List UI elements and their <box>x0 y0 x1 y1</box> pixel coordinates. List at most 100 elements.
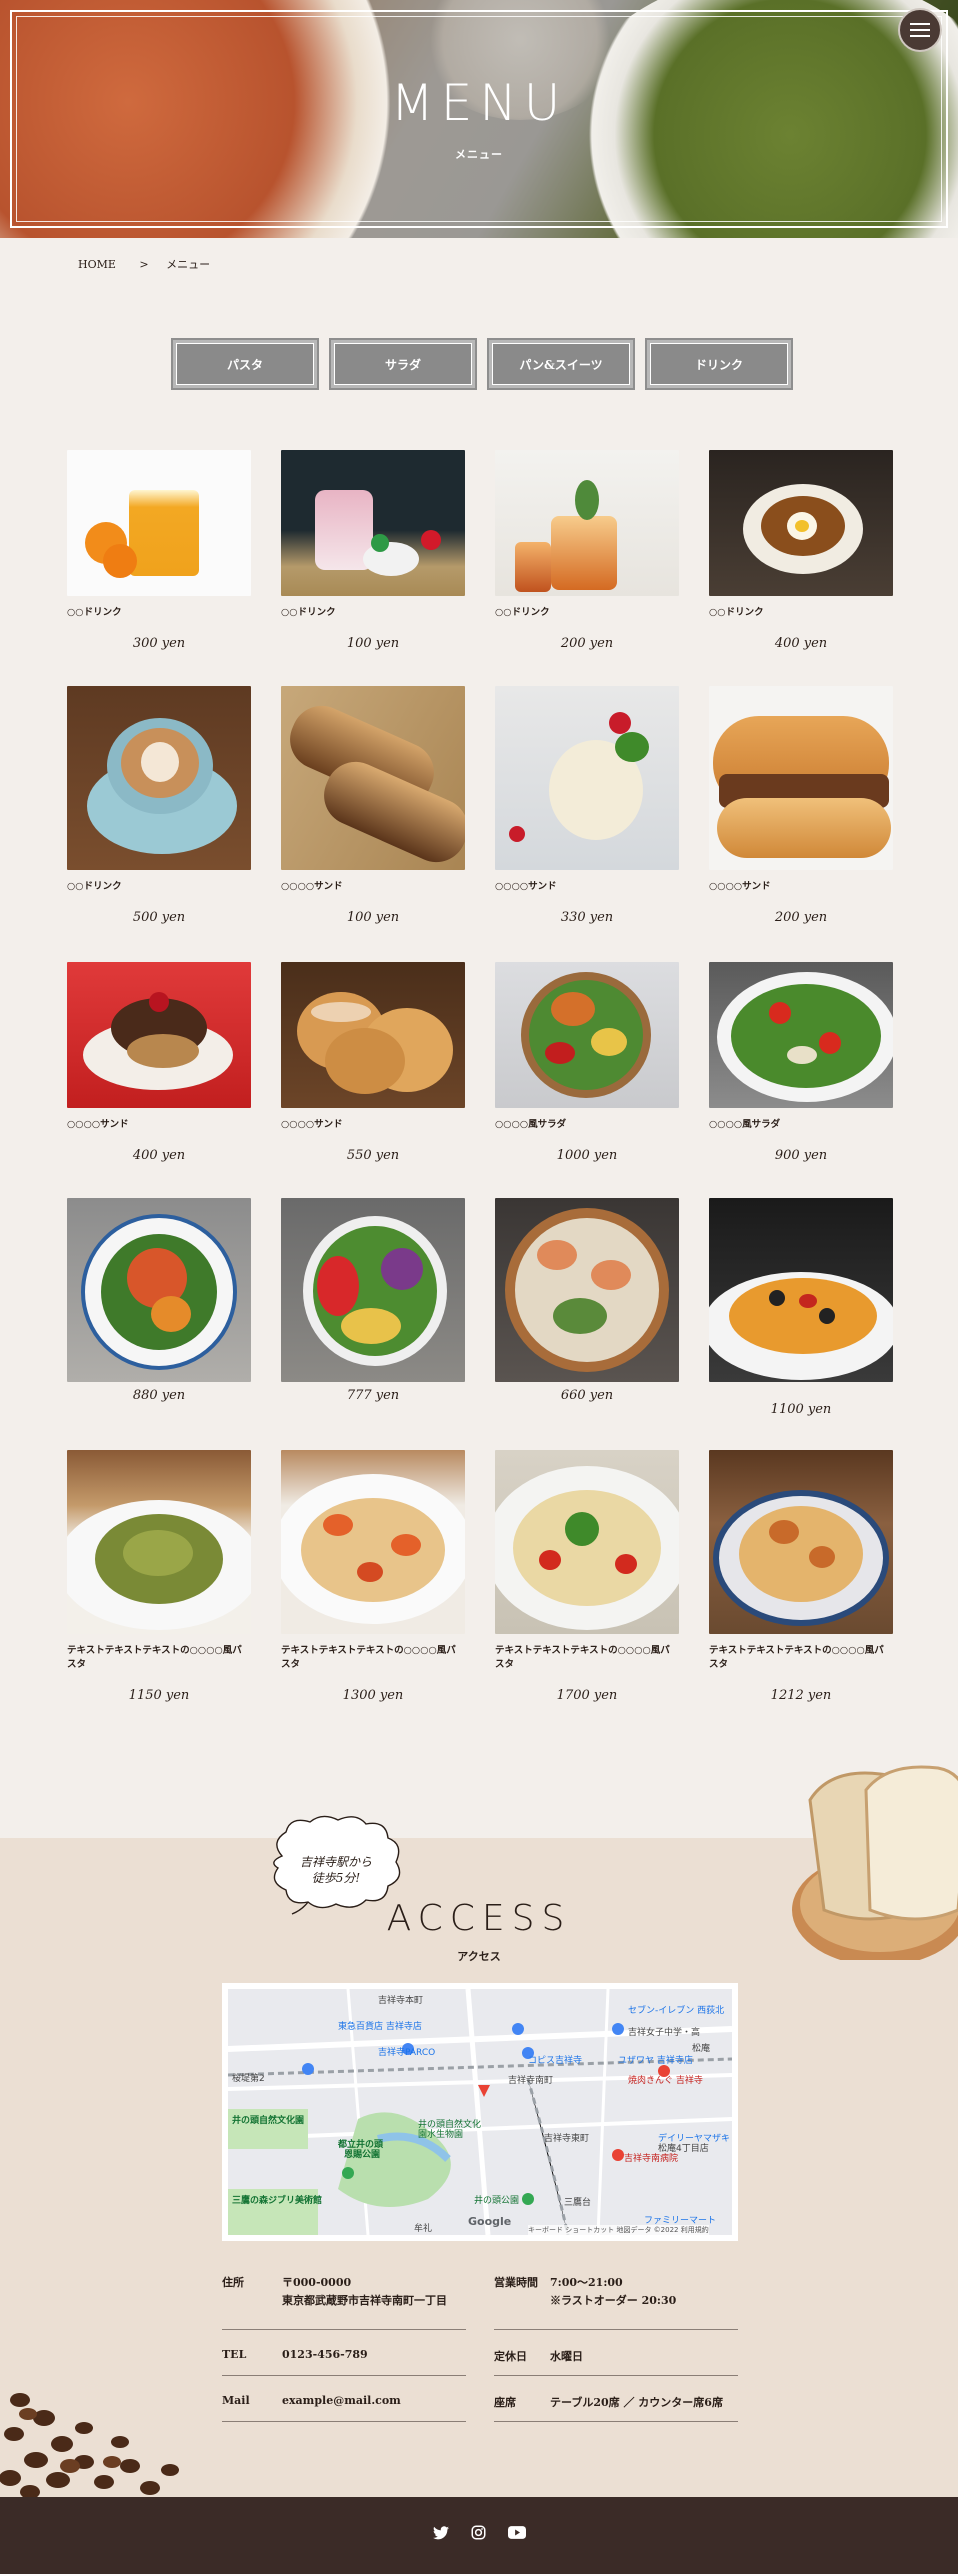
menu-card[interactable]: ○○ドリンク 200 yen <box>495 450 679 651</box>
menu-item-photo <box>709 450 893 596</box>
menu-item-photo <box>281 686 465 870</box>
menu-item-photo <box>281 1198 465 1382</box>
breadcrumb-separator: > <box>139 258 149 271</box>
map-canvas[interactable]: 吉祥寺本町 セブン-イレブン 西荻北 東急百貨店 吉祥寺店 吉祥寺PARCO 吉… <box>228 1989 732 2235</box>
menu-item-price: 100 yen <box>346 636 400 651</box>
menu-item-price: 400 yen <box>774 636 828 651</box>
menu-item-photo <box>495 686 679 870</box>
category-tabs: パスタ サラダ パン&スイーツ ドリンク <box>171 338 793 390</box>
menu-card[interactable]: ○○ドリンク 300 yen <box>67 450 251 651</box>
menu-card[interactable]: ○○ドリンク 500 yen <box>67 686 251 925</box>
menu-item-price: 500 yen <box>132 910 186 925</box>
menu-card[interactable]: 660 yen <box>495 1198 679 1403</box>
menu-item-name: テキストテキストテキストの○○○○風パスタ <box>709 1645 884 1670</box>
menu-card[interactable]: ○○ドリンク 100 yen <box>281 450 465 651</box>
menu-item-name: テキストテキストテキストの○○○○風パスタ <box>281 1645 456 1670</box>
menu-item-price: 1100 yen <box>770 1402 832 1417</box>
menu-card[interactable]: 777 yen <box>281 1198 465 1403</box>
menu-item-price: 1000 yen <box>556 1148 618 1163</box>
menu-card[interactable]: 880 yen <box>67 1198 251 1403</box>
tab-pasta[interactable]: パスタ <box>171 338 319 390</box>
menu-item-photo <box>709 686 893 870</box>
menu-item-photo <box>709 1450 893 1634</box>
menu-card[interactable]: 1100 yen <box>709 1198 893 1417</box>
menu-item-price: 200 yen <box>560 636 614 651</box>
breadcrumb-current: メニュー <box>166 258 211 271</box>
menu-card[interactable]: ○○○○サンド 200 yen <box>709 686 893 925</box>
menu-item-name: ○○○○サンド <box>281 1119 343 1130</box>
menu-item-name: ○○○○風サラダ <box>495 1119 567 1130</box>
google-logo: Google <box>468 2215 512 2228</box>
menu-item-photo <box>709 962 893 1108</box>
menu-item-name: ○○ドリンク <box>67 881 122 892</box>
menu-item-name: ○○ドリンク <box>709 607 764 618</box>
menu-item-name: ○○○○サンド <box>281 881 343 892</box>
tab-drink[interactable]: ドリンク <box>645 338 793 390</box>
menu-item-name: ○○○○風サラダ <box>709 1119 781 1130</box>
menu-item-name: ○○○○サンド <box>495 881 557 892</box>
menu-item-name: ○○ドリンク <box>281 607 336 618</box>
breadcrumb-home-link[interactable]: HOME <box>78 258 116 271</box>
menu-card[interactable]: テキストテキストテキストの○○○○風パスタ 1300 yen <box>281 1450 465 1703</box>
page-title: MENU <box>390 74 568 132</box>
station-note: 吉祥寺駅から 徒歩5分! <box>299 1855 372 1885</box>
menu-card[interactable]: ○○○○サンド 100 yen <box>281 686 465 925</box>
menu-item-name: ○○ドリンク <box>67 607 122 618</box>
menu-card[interactable]: テキストテキストテキストの○○○○風パスタ 1212 yen <box>709 1450 893 1703</box>
tab-bread-sweets[interactable]: パン&スイーツ <box>487 338 635 390</box>
menu-item-photo <box>281 450 465 596</box>
menu-item-name: ○○○○サンド <box>709 881 771 892</box>
tab-salad[interactable]: サラダ <box>329 338 477 390</box>
menu-card[interactable]: テキストテキストテキストの○○○○風パスタ 1700 yen <box>495 1450 679 1703</box>
info-row-hours: 営業時間 7:00～21:00 ※ラストオーダー 20:30 <box>494 2270 738 2330</box>
coffee-beans-decoration <box>0 2393 179 2499</box>
menu-item-price: 300 yen <box>132 636 186 651</box>
menu-item-photo <box>281 1450 465 1634</box>
hero-banner: MENU メニュー <box>0 0 958 238</box>
page-subtitle: メニュー <box>455 148 503 161</box>
info-row-seats: 座席 テーブル20席 ／ カウンター席6席 <box>494 2376 738 2422</box>
menu-item-price: 1700 yen <box>556 1688 618 1703</box>
menu-card[interactable]: ○○○○風サラダ 900 yen <box>709 962 893 1163</box>
access-subtitle: アクセス <box>457 1950 501 1963</box>
footer <box>0 2497 958 2574</box>
menu-item-name: テキストテキストテキストの○○○○風パスタ <box>495 1645 670 1670</box>
menu-item-name: テキストテキストテキストの○○○○風パスタ <box>67 1645 242 1670</box>
menu-item-price: 1300 yen <box>342 1688 404 1703</box>
google-map[interactable]: 吉祥寺本町 セブン-イレブン 西荻北 東急百貨店 吉祥寺店 吉祥寺PARCO 吉… <box>222 1983 738 2241</box>
info-row-mail: Mail example@mail.com <box>222 2376 466 2422</box>
menu-item-photo <box>495 1198 679 1382</box>
menu-card[interactable]: ○○○○サンド 400 yen <box>67 962 251 1163</box>
menu-item-photo <box>67 1198 251 1382</box>
twitter-icon[interactable] <box>432 2525 449 2540</box>
breadcrumb: HOME > メニュー <box>78 256 224 272</box>
menu-item-photo <box>67 686 251 870</box>
map-attribution[interactable]: キーボード ショートカット 地図データ ©2022 利用規約 <box>528 2225 709 2235</box>
hamburger-menu-button[interactable] <box>898 8 942 52</box>
menu-item-photo <box>67 450 251 596</box>
menu-item-photo <box>495 1450 679 1634</box>
menu-card[interactable]: ○○○○サンド 550 yen <box>281 962 465 1163</box>
menu-item-price: 1212 yen <box>770 1688 832 1703</box>
menu-item-price: 900 yen <box>774 1148 828 1163</box>
menu-item-price: 660 yen <box>560 1388 614 1403</box>
youtube-icon[interactable] <box>507 2526 526 2539</box>
menu-item-price: 777 yen <box>346 1388 400 1403</box>
menu-item-photo <box>709 1198 893 1382</box>
menu-item-name: ○○ドリンク <box>495 607 550 618</box>
menu-item-photo <box>67 1450 251 1634</box>
access-title: ACCESS <box>386 1898 572 1939</box>
menu-card[interactable]: ○○○○サンド 330 yen <box>495 686 679 925</box>
menu-item-price: 400 yen <box>132 1148 186 1163</box>
menu-card[interactable]: ○○○○風サラダ 1000 yen <box>495 962 679 1163</box>
info-row-tel: TEL 0123-456-789 <box>222 2330 466 2376</box>
menu-card[interactable]: テキストテキストテキストの○○○○風パスタ 1150 yen <box>67 1450 251 1703</box>
menu-item-price: 330 yen <box>560 910 614 925</box>
store-info: 住所 〒000-0000 東京都武蔵野市吉祥寺南町一丁目 TEL 0123-45… <box>222 2270 738 2430</box>
menu-item-price: 1150 yen <box>128 1688 190 1703</box>
menu-card[interactable]: ○○ドリンク 400 yen <box>709 450 893 651</box>
instagram-icon[interactable] <box>471 2525 486 2540</box>
menu-item-photo <box>281 962 465 1108</box>
info-row-address: 住所 〒000-0000 東京都武蔵野市吉祥寺南町一丁目 <box>222 2270 466 2330</box>
menu-item-photo <box>67 962 251 1108</box>
